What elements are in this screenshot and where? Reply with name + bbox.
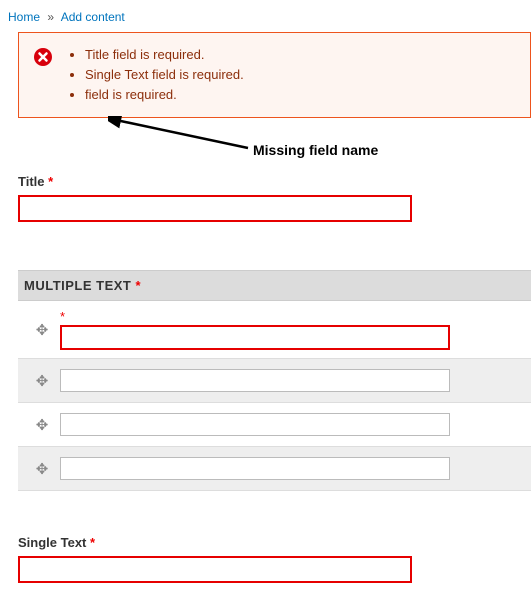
multiple-text-input[interactable] xyxy=(60,457,450,480)
annotation-arrow-icon xyxy=(108,116,258,160)
annotation-text: Missing field name xyxy=(253,142,378,158)
multiple-text-input[interactable] xyxy=(60,413,450,436)
breadcrumb-home[interactable]: Home xyxy=(8,10,40,24)
required-mark: * xyxy=(60,309,525,321)
multiple-text-row: ✥ xyxy=(18,403,531,447)
required-mark: * xyxy=(48,174,53,189)
multiple-text-section: MULTIPLE TEXT * ✥ * ✥ ✥ ✥ xyxy=(18,270,531,491)
row-body xyxy=(60,457,525,480)
multiple-text-row: ✥ xyxy=(18,447,531,491)
title-input[interactable] xyxy=(18,195,412,222)
row-body xyxy=(60,369,525,392)
drag-handle-icon[interactable]: ✥ xyxy=(24,321,60,339)
error-message-list: Title field is required. Single Text fie… xyxy=(85,45,244,105)
row-body xyxy=(60,413,525,436)
multiple-text-input[interactable] xyxy=(60,369,450,392)
error-message-item: Title field is required. xyxy=(85,45,244,65)
multiple-text-header: MULTIPLE TEXT * xyxy=(18,271,531,301)
breadcrumb: Home » Add content xyxy=(0,0,531,32)
multiple-text-row: ✥ * xyxy=(18,301,531,359)
single-text-label-text: Single Text xyxy=(18,535,86,550)
multiple-text-header-text: MULTIPLE TEXT xyxy=(24,278,131,293)
required-mark: * xyxy=(90,535,95,550)
row-body: * xyxy=(60,309,525,350)
error-message-box: Title field is required. Single Text fie… xyxy=(18,32,531,118)
title-label: Title * xyxy=(18,174,53,189)
required-mark: * xyxy=(136,278,142,293)
breadcrumb-separator: » xyxy=(47,10,54,24)
drag-handle-icon[interactable]: ✥ xyxy=(24,460,60,478)
multiple-text-input[interactable] xyxy=(60,325,450,350)
multiple-text-row: ✥ xyxy=(18,359,531,403)
single-text-field-block: Single Text * xyxy=(18,535,531,603)
error-icon xyxy=(33,47,53,70)
annotation-overlay: Missing field name xyxy=(18,124,531,160)
drag-handle-icon[interactable]: ✥ xyxy=(24,372,60,390)
single-text-label: Single Text * xyxy=(18,535,95,550)
breadcrumb-add-content[interactable]: Add content xyxy=(61,10,125,24)
error-message-item: Single Text field is required. xyxy=(85,65,244,85)
single-text-input[interactable] xyxy=(18,556,412,583)
error-message-item: field is required. xyxy=(85,85,244,105)
title-label-text: Title xyxy=(18,174,45,189)
drag-handle-icon[interactable]: ✥ xyxy=(24,416,60,434)
title-field-block: Title * xyxy=(18,174,531,222)
